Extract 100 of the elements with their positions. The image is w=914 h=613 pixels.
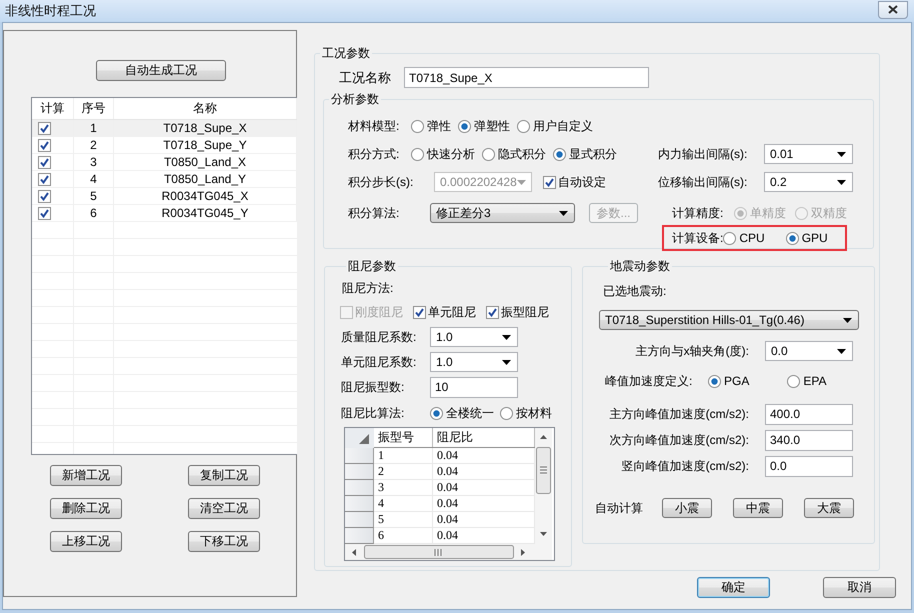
- label: 工况名称: [339, 68, 392, 86]
- row-header[interactable]: [345, 528, 374, 544]
- input-field[interactable]: 400.0: [765, 404, 853, 424]
- radio-button[interactable]: 弹性: [411, 118, 451, 134]
- label: 已选地震动:: [603, 283, 666, 300]
- dropdown[interactable]: T0718_Superstition Hills-01_Tg(0.46): [599, 310, 859, 330]
- button[interactable]: 清空工况: [188, 498, 260, 519]
- dropdown[interactable]: 修正差分3: [430, 203, 575, 223]
- table-cell: 3: [374, 480, 433, 496]
- table-row[interactable]: 3 T0850_Land_X: [32, 154, 297, 171]
- select-all-corner: [345, 428, 374, 448]
- table-cell: T0850_Land_X: [114, 154, 297, 170]
- input-field[interactable]: 10: [430, 376, 518, 398]
- input-field[interactable]: T0718_Supe_X: [404, 67, 649, 88]
- checkbox[interactable]: 单元阻尼: [413, 304, 476, 321]
- button[interactable]: 下移工况: [188, 531, 260, 552]
- button[interactable]: 自动生成工况: [96, 60, 226, 81]
- dropdown[interactable]: 1.0: [430, 327, 518, 347]
- dropdown[interactable]: 0.01: [764, 144, 853, 164]
- window-title: 非线性时程工况: [5, 2, 96, 20]
- table-cell: 2: [74, 137, 114, 153]
- caret-icon: [843, 318, 852, 322]
- radio-button[interactable]: 用户自定义: [517, 118, 593, 134]
- label: 单元阻尼系数:: [341, 354, 418, 370]
- button[interactable]: 小震: [662, 498, 712, 518]
- row-header[interactable]: [345, 480, 374, 496]
- label: 次方向峰值加速度(cm/s2):: [608, 432, 749, 448]
- radio-button[interactable]: 隐式积分: [482, 146, 546, 162]
- table-row[interactable]: 2 T0718_Supe_Y: [32, 137, 297, 154]
- caret-icon: [837, 152, 846, 156]
- column-header[interactable]: 名称: [114, 98, 297, 119]
- table-cell: 3: [74, 154, 114, 170]
- checkbox[interactable]: 振型阻尼: [486, 304, 549, 321]
- label: 自动计算: [595, 500, 644, 516]
- table-cell: 5: [74, 188, 114, 204]
- label: 内力输出间隔(s):: [658, 146, 748, 162]
- table-cell: 1: [74, 120, 114, 136]
- label: 积分步长(s):: [348, 174, 414, 190]
- table-cell: 4: [74, 171, 114, 187]
- label: 竖向峰值加速度(cm/s2):: [620, 458, 749, 474]
- dropdown[interactable]: 0.2: [764, 172, 853, 192]
- table-cell: T0718_Supe_X: [114, 120, 297, 136]
- radio-button[interactable]: 按材料: [500, 404, 552, 422]
- row-header[interactable]: [345, 448, 374, 464]
- dropdown[interactable]: 0.0: [765, 341, 853, 361]
- table-row[interactable]: 1 T0718_Supe_X: [32, 120, 297, 137]
- input-field[interactable]: 0.0: [765, 456, 853, 476]
- label: 阻尼比算法:: [341, 404, 406, 422]
- button[interactable]: 大震: [804, 498, 854, 518]
- group-title: 分析参数: [330, 92, 380, 106]
- button[interactable]: 复制工况: [188, 465, 260, 486]
- radio-button[interactable]: GPU: [786, 231, 828, 245]
- label: 阻尼振型数:: [341, 378, 406, 396]
- checkbox[interactable]: 自动设定: [543, 174, 606, 190]
- radio-button[interactable]: CPU: [723, 231, 765, 245]
- label: 积分方式:: [348, 146, 400, 162]
- input-field[interactable]: 340.0: [765, 430, 853, 450]
- row-header[interactable]: [345, 464, 374, 480]
- table-cell: 5: [374, 512, 433, 528]
- table-row[interactable]: 4 T0850_Land_Y: [32, 171, 297, 188]
- label: 位移输出间隔(s):: [658, 174, 748, 190]
- radio-button[interactable]: PGA: [708, 374, 750, 388]
- label: 材料模型:: [348, 118, 400, 134]
- caret-icon: [559, 210, 568, 216]
- caret-icon: [516, 180, 526, 184]
- table-cell: 6: [74, 205, 114, 221]
- table-row[interactable]: 5 R0034TG045_X: [32, 188, 297, 205]
- column-header[interactable]: 序号: [74, 98, 114, 119]
- table-cell: R0034TG045_Y: [114, 205, 297, 221]
- radio-button[interactable]: EPA: [787, 374, 826, 388]
- label: 阻尼方法:: [342, 280, 394, 297]
- button[interactable]: 取消: [823, 577, 896, 598]
- radio-button[interactable]: 显式积分: [553, 146, 617, 162]
- button[interactable]: 新增工况: [50, 465, 122, 486]
- button[interactable]: 删除工况: [50, 498, 122, 519]
- button[interactable]: 中震: [733, 498, 783, 518]
- row-header[interactable]: [345, 512, 374, 528]
- label: 质量阻尼系数:: [341, 328, 418, 346]
- caret-icon: [502, 360, 511, 364]
- radio-button[interactable]: 快速分析: [411, 146, 475, 162]
- close-icon: [888, 5, 898, 14]
- label: 峰值加速度定义:: [605, 372, 694, 390]
- label: 计算精度:: [672, 204, 724, 222]
- table-cell: 4: [374, 496, 433, 512]
- table-cell: 1: [374, 448, 433, 464]
- table-cell: T0850_Land_Y: [114, 171, 297, 187]
- button[interactable]: 确定: [697, 577, 770, 598]
- button[interactable]: 上移工况: [50, 531, 122, 552]
- row-header[interactable]: [345, 496, 374, 512]
- label: 积分算法:: [348, 204, 400, 222]
- radio-button[interactable]: 弹塑性: [458, 118, 510, 134]
- dropdown[interactable]: 1.0: [430, 352, 518, 372]
- table-cell: 2: [374, 464, 433, 480]
- close-button[interactable]: [878, 0, 908, 18]
- label: 主方向峰值加速度(cm/s2):: [608, 406, 749, 422]
- table-cell: R0034TG045_X: [114, 188, 297, 204]
- table-row[interactable]: 6 R0034TG045_Y: [32, 205, 297, 222]
- radio-button[interactable]: 全楼统一: [430, 404, 494, 422]
- caret-icon: [837, 348, 846, 354]
- column-header[interactable]: 计算: [32, 98, 74, 119]
